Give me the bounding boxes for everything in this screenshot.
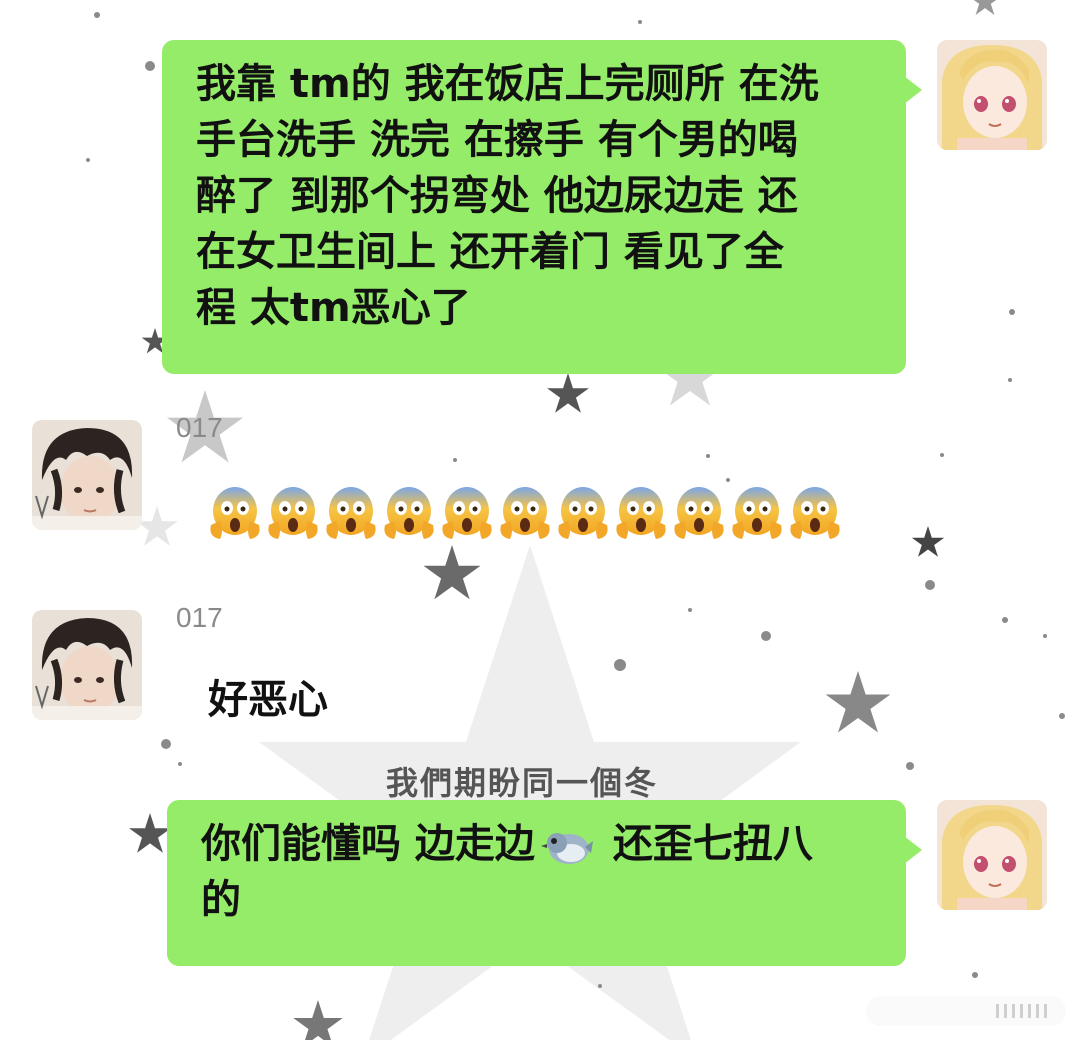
message-line: 程 太tm恶心了: [196, 285, 471, 331]
face-screaming-in-fear-icon: [674, 487, 724, 539]
face-screaming-in-fear-icon: [732, 487, 782, 539]
message-text-incoming[interactable]: 好恶心: [208, 672, 328, 728]
message-line: 手台洗手 洗完 在擦手 有个男的喝: [196, 117, 798, 163]
anime-girl-avatar-icon[interactable]: [937, 40, 1047, 150]
bird-icon: [540, 826, 593, 866]
face-screaming-in-fear-icon: [442, 487, 492, 539]
face-screaming-in-fear-icon: [326, 487, 376, 539]
message-bubble-outgoing[interactable]: 我靠 tm的 我在饭店上完厕所 在洗 手台洗手 洗完 在擦手 有个男的喝 醉了 …: [162, 40, 922, 374]
star-shape: [293, 1000, 343, 1040]
boy-avatar-icon[interactable]: [32, 610, 142, 720]
face-screaming-in-fear-icon: [616, 487, 666, 539]
star-shape: [423, 545, 481, 600]
message-line: 的: [201, 877, 241, 923]
boy-avatar-icon[interactable]: [32, 420, 142, 530]
face-screaming-in-fear-icon: [268, 487, 318, 539]
star-shape: [825, 671, 891, 733]
star-shape: [911, 526, 945, 557]
anime-girl-avatar-icon[interactable]: [937, 800, 1047, 910]
scroll-indicator[interactable]: [866, 996, 1066, 1026]
star-shape: [969, 0, 1001, 15]
face-screaming-in-fear-icon: [210, 487, 260, 539]
star-shape: [136, 506, 178, 546]
background-overlay-text: 我們期盼同一個冬: [386, 764, 659, 802]
message-line: 在女卫生间上 还开着门 看见了全: [196, 229, 784, 275]
message-text: 还歪七扭八: [598, 821, 813, 867]
face-screaming-in-fear-icon: [500, 487, 550, 539]
message-text: 你们能懂吗 边走边: [201, 821, 535, 867]
sender-name: 017: [176, 602, 223, 633]
message-bubble-outgoing[interactable]: 你们能懂吗 边走边 还歪七扭八 的: [167, 800, 922, 966]
message-line: 我靠 tm的 我在饭店上完厕所 在洗: [196, 61, 819, 107]
star-shape: [129, 813, 171, 853]
emoji-message[interactable]: [208, 485, 842, 541]
sender-name: 017: [176, 412, 223, 443]
star-shape: [547, 373, 589, 413]
face-screaming-in-fear-icon: [790, 487, 840, 539]
message-line: 你们能懂吗 边走边 还歪七扭八: [201, 816, 874, 872]
face-screaming-in-fear-icon: [558, 487, 608, 539]
message-line: 醉了 到那个拐弯处 他边尿边走 还: [196, 173, 798, 219]
face-screaming-in-fear-icon: [384, 487, 434, 539]
